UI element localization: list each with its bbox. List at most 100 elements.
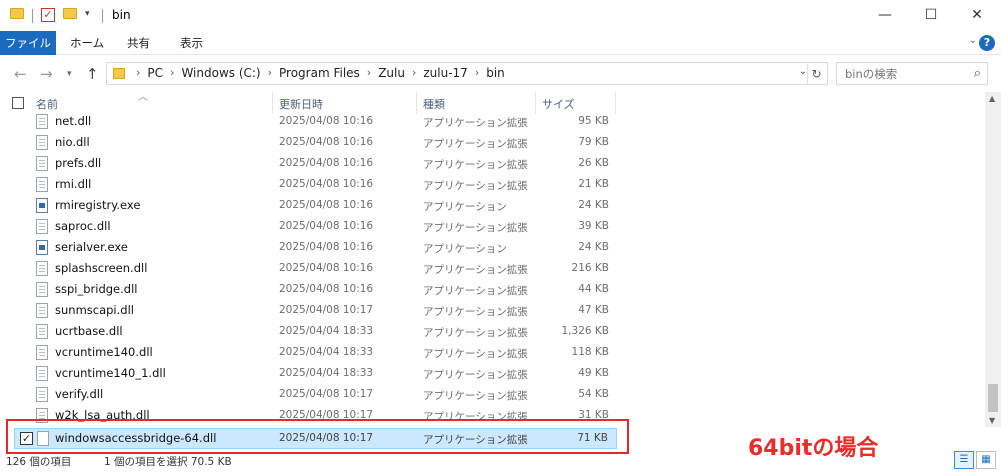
- file-date: 2025/04/08 10:17: [279, 388, 374, 400]
- file-name: saproc.dll: [55, 219, 111, 233]
- search-input[interactable]: [837, 63, 957, 84]
- file-name: verify.dll: [55, 387, 104, 401]
- forward-arrow-icon[interactable]: →: [40, 65, 53, 83]
- file-size: 95 KB: [578, 115, 609, 127]
- file-type: アプリケーション拡張: [423, 138, 528, 150]
- file-type: アプリケーション拡張: [423, 159, 528, 171]
- file-row[interactable]: sspi_bridge.dll 2025/04/08 10:16 アプリケーション拡…: [0, 279, 985, 300]
- maximize-button[interactable]: ☐: [908, 0, 954, 31]
- column-name[interactable]: 名前: [36, 96, 58, 112]
- scroll-up-icon[interactable]: ▲: [989, 94, 995, 103]
- chevron-right-icon[interactable]: ›: [265, 66, 275, 80]
- refresh-icon[interactable]: ↻: [807, 64, 825, 84]
- new-folder-icon[interactable]: [63, 8, 77, 19]
- file-row[interactable]: rmiregistry.exe 2025/04/08 10:16 アプリケーション 2…: [0, 195, 985, 216]
- file-type: アプリケーション拡張: [423, 285, 528, 297]
- dll-file-icon: [36, 156, 48, 171]
- column-divider[interactable]: [416, 92, 417, 114]
- recent-locations-icon[interactable]: ▾: [67, 69, 72, 79]
- file-date: 2025/04/08 10:16: [279, 178, 374, 190]
- column-date[interactable]: 更新日時: [279, 96, 323, 112]
- folder-icon: [113, 68, 125, 79]
- details-view-icon[interactable]: ☰: [954, 451, 974, 469]
- file-row[interactable]: saproc.dll 2025/04/08 10:16 アプリケーション拡張 39 K…: [0, 216, 985, 237]
- file-row[interactable]: verify.dll 2025/04/08 10:17 アプリケーション拡張 54 K…: [0, 384, 985, 405]
- file-date: 2025/04/08 10:16: [279, 136, 374, 148]
- file-name: sunmscapi.dll: [55, 303, 134, 317]
- breadcrumb-pc[interactable]: PC: [143, 66, 167, 80]
- dll-file-icon: [36, 135, 48, 150]
- dll-file-icon: [36, 261, 48, 276]
- chevron-right-icon[interactable]: ›: [167, 66, 177, 80]
- file-date: 2025/04/08 10:17: [279, 304, 374, 316]
- tab-home[interactable]: ホーム: [70, 31, 104, 55]
- search-box[interactable]: ⌕: [836, 62, 988, 85]
- address-dropdown-icon[interactable]: ⌄: [799, 66, 807, 77]
- file-row[interactable]: prefs.dll 2025/04/08 10:16 アプリケーション拡張 26 KB: [0, 153, 985, 174]
- scroll-down-icon[interactable]: ▼: [989, 416, 995, 425]
- file-name: rmi.dll: [55, 177, 92, 191]
- tab-file[interactable]: ファイル: [0, 31, 56, 55]
- exe-file-icon: [36, 240, 48, 255]
- file-size: 24 KB: [578, 199, 609, 211]
- file-type: アプリケーション: [423, 201, 507, 213]
- column-divider[interactable]: [535, 92, 536, 114]
- file-name: serialver.exe: [55, 240, 128, 254]
- file-row[interactable]: vcruntime140.dll 2025/04/04 18:33 アプリケーション…: [0, 342, 985, 363]
- file-size: 216 KB: [571, 262, 609, 274]
- column-divider[interactable]: [615, 92, 616, 114]
- file-type: アプリケーション: [423, 243, 507, 255]
- file-type: アプリケーション拡張: [423, 222, 528, 234]
- chevron-right-icon[interactable]: ›: [472, 66, 482, 80]
- ribbon-expand-icon[interactable]: ⌄: [969, 35, 977, 46]
- back-arrow-icon[interactable]: ←: [14, 65, 27, 83]
- minimize-button[interactable]: —: [862, 0, 908, 31]
- vertical-scrollbar[interactable]: ▲ ▼: [985, 92, 1001, 427]
- breadcrumb-program-files[interactable]: Program Files: [275, 66, 364, 80]
- search-icon[interactable]: ⌕: [974, 66, 981, 81]
- ribbon: ファイル ホーム 共有 表示 ⌄ ?: [0, 31, 1001, 55]
- file-row[interactable]: ucrtbase.dll 2025/04/04 18:33 アプリケーション拡張 1,…: [0, 321, 985, 342]
- breadcrumb-bin[interactable]: bin: [482, 66, 509, 80]
- file-date: 2025/04/08 10:16: [279, 115, 374, 127]
- breadcrumb-drive[interactable]: Windows (C:): [177, 66, 264, 80]
- address-bar[interactable]: › PC › Windows (C:) › Program Files › Zu…: [106, 62, 828, 85]
- customize-toolbar-icon[interactable]: ▾: [85, 9, 90, 19]
- select-all-checkbox[interactable]: [12, 97, 24, 109]
- file-type: アプリケーション拡張: [423, 180, 528, 192]
- file-row[interactable]: nio.dll 2025/04/08 10:16 アプリケーション拡張 79 KB: [0, 132, 985, 153]
- file-type: アプリケーション拡張: [423, 306, 528, 318]
- chevron-right-icon[interactable]: ›: [364, 66, 374, 80]
- scrollbar-thumb[interactable]: [988, 384, 998, 412]
- file-name: prefs.dll: [55, 156, 102, 170]
- breadcrumb-zulu[interactable]: Zulu: [374, 66, 409, 80]
- tab-share[interactable]: 共有: [127, 31, 150, 55]
- help-icon[interactable]: ?: [979, 35, 995, 51]
- chevron-right-icon[interactable]: ›: [409, 66, 419, 80]
- file-size: 79 KB: [578, 136, 609, 148]
- chevron-right-icon[interactable]: ›: [133, 66, 143, 80]
- file-row[interactable]: splashscreen.dll 2025/04/08 10:16 アプリケーション…: [0, 258, 985, 279]
- breadcrumb: › PC › Windows (C:) › Program Files › Zu…: [133, 66, 509, 80]
- large-icons-view-icon[interactable]: ▦: [976, 451, 996, 469]
- separator: [32, 9, 33, 23]
- column-size[interactable]: サイズ: [542, 96, 575, 112]
- tab-view[interactable]: 表示: [180, 31, 203, 55]
- column-type[interactable]: 種類: [423, 96, 445, 112]
- close-button[interactable]: ✕: [954, 0, 1000, 31]
- file-date: 2025/04/08 10:16: [279, 220, 374, 232]
- folder-icon[interactable]: [10, 8, 24, 19]
- breadcrumb-zulu-17[interactable]: zulu-17: [419, 66, 471, 80]
- up-arrow-icon[interactable]: ↑: [86, 65, 99, 83]
- properties-icon[interactable]: ✓: [41, 8, 55, 22]
- file-row[interactable]: serialver.exe 2025/04/08 10:16 アプリケーション 24 …: [0, 237, 985, 258]
- file-row[interactable]: vcruntime140_1.dll 2025/04/04 18:33 アプリケーシ…: [0, 363, 985, 384]
- file-row[interactable]: net.dll 2025/04/08 10:16 アプリケーション拡張 95 KB: [0, 114, 985, 132]
- file-date: 2025/04/08 10:16: [279, 262, 374, 274]
- file-row[interactable]: sunmscapi.dll 2025/04/08 10:17 アプリケーション拡張 4…: [0, 300, 985, 321]
- file-row[interactable]: rmi.dll 2025/04/08 10:16 アプリケーション拡張 21 KB: [0, 174, 985, 195]
- exe-file-icon: [36, 198, 48, 213]
- file-size: 24 KB: [578, 241, 609, 253]
- file-list: net.dll 2025/04/08 10:16 アプリケーション拡張 95 KB ni…: [0, 114, 985, 426]
- column-divider[interactable]: [272, 92, 273, 114]
